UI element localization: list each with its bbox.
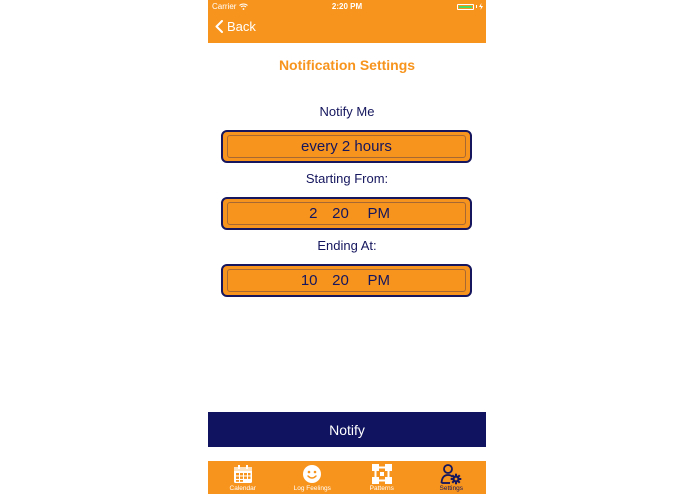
back-label: Back bbox=[227, 19, 256, 34]
ending-at-label: Ending At: bbox=[317, 238, 377, 253]
tab-calendar-label: Calendar bbox=[229, 485, 256, 492]
status-bar: Carrier 2:20 PM bbox=[208, 0, 486, 14]
end-minute: 20 bbox=[332, 272, 349, 289]
settings-icon bbox=[440, 464, 462, 485]
notify-button[interactable]: Notify bbox=[208, 412, 486, 447]
end-time-picker[interactable]: 10 20 PM bbox=[221, 264, 472, 297]
navigation-header: Carrier 2:20 PM Back bbox=[208, 0, 486, 43]
calendar-icon bbox=[233, 465, 252, 483]
back-button[interactable]: Back bbox=[215, 19, 256, 34]
smiley-icon bbox=[303, 465, 322, 483]
notify-frequency-picker[interactable]: every 2 hours bbox=[221, 130, 472, 163]
notify-frequency-value: every 2 hours bbox=[301, 138, 392, 155]
page-title: Notification Settings bbox=[278, 57, 416, 73]
charging-icon bbox=[479, 3, 483, 10]
end-ampm: PM bbox=[367, 272, 391, 289]
battery-indicator bbox=[457, 3, 483, 10]
tab-patterns[interactable]: Patterns bbox=[347, 461, 417, 494]
start-time-picker[interactable]: 2 20 PM bbox=[221, 197, 472, 230]
tab-calendar[interactable]: Calendar bbox=[208, 461, 278, 494]
start-minute: 20 bbox=[332, 205, 349, 222]
chevron-left-icon bbox=[215, 20, 223, 33]
tab-patterns-label: Patterns bbox=[369, 485, 394, 492]
tab-settings[interactable]: Settings bbox=[417, 461, 487, 494]
tab-log-feelings-label: Log Feelings bbox=[293, 485, 331, 492]
tab-log-feelings[interactable]: Log Feelings bbox=[278, 461, 348, 494]
tab-settings-label: Settings bbox=[439, 485, 464, 492]
start-hour: 2 bbox=[309, 205, 318, 222]
notify-me-label: Notify Me bbox=[319, 104, 375, 119]
starting-from-label: Starting From: bbox=[305, 171, 389, 186]
end-hour: 10 bbox=[300, 272, 318, 289]
patterns-icon bbox=[371, 464, 392, 484]
tab-bar: Calendar Log Feelings Patterns Settings bbox=[208, 461, 486, 494]
start-ampm: PM bbox=[367, 205, 391, 222]
notify-button-label: Notify bbox=[329, 421, 365, 438]
status-time: 2:20 PM bbox=[331, 2, 363, 11]
battery-icon bbox=[457, 3, 474, 10]
phone-screen: Carrier 2:20 PM Back Notification Settin… bbox=[208, 0, 486, 494]
